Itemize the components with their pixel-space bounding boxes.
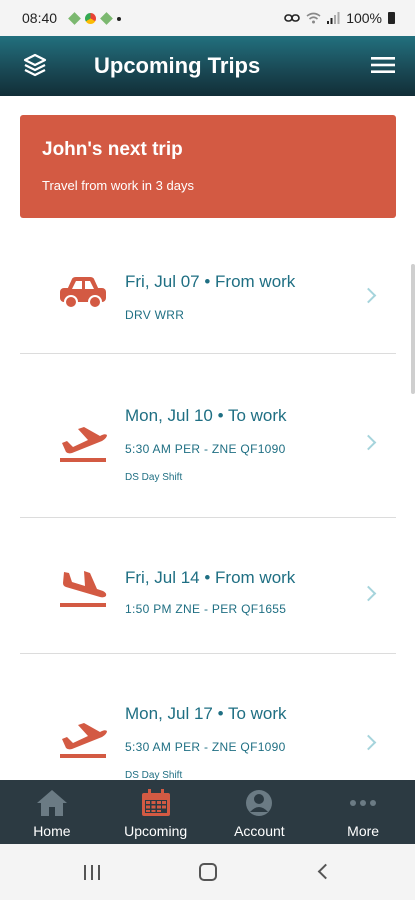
trip-date: Fri, Jul 14 • From work xyxy=(125,568,296,587)
next-trip-title: John's next trip xyxy=(42,139,183,160)
system-nav-bar xyxy=(0,844,415,900)
trip-detail: 5:30 AM PER - ZNE QF1090 xyxy=(125,442,286,456)
menu-icon[interactable] xyxy=(371,55,395,75)
nav-label: More xyxy=(347,823,380,839)
trip-date: Fri, Jul 07 • From work xyxy=(125,272,296,291)
wifi-icon xyxy=(306,12,321,24)
trip-item[interactable]: Fri, Jul 07 • From work DRV WRR xyxy=(20,234,396,354)
chrome-notification-icon xyxy=(85,13,96,24)
chevron-right-icon xyxy=(360,287,377,304)
car-icon xyxy=(60,277,106,309)
trip-detail: DRV WRR xyxy=(125,308,185,322)
trip-list-container[interactable]: John's next trip Travel from work in 3 d… xyxy=(0,96,415,780)
nav-upcoming[interactable]: Upcoming xyxy=(104,780,208,844)
plane-takeoff-icon xyxy=(60,427,107,462)
back-button[interactable] xyxy=(317,863,334,880)
battery-icon xyxy=(388,12,395,24)
app-header: Upcoming Trips xyxy=(0,36,415,96)
trip-date: Mon, Jul 10 • To work xyxy=(125,406,287,425)
battery-percent: 100% xyxy=(346,10,382,26)
more-notifications-icon xyxy=(117,16,121,21)
nav-label: Upcoming xyxy=(124,823,188,839)
next-trip-card[interactable]: John's next trip Travel from work in 3 d… xyxy=(20,115,396,218)
nav-label: Account xyxy=(234,823,285,839)
scrollbar[interactable] xyxy=(411,264,415,394)
app-notification-icon xyxy=(100,12,113,25)
next-trip-subtitle: Travel from work in 3 days xyxy=(42,178,194,193)
notification-icons xyxy=(68,12,121,25)
home-button[interactable] xyxy=(199,863,217,881)
trip-date: Mon, Jul 17 • To work xyxy=(125,704,287,723)
bottom-nav: Home Upcoming Account More xyxy=(0,780,415,844)
nav-label: Home xyxy=(33,823,71,839)
home-icon xyxy=(36,790,67,816)
signal-icon xyxy=(327,12,340,24)
link-icon xyxy=(284,14,300,22)
trip-shift: DS Day Shift xyxy=(125,472,183,483)
plane-landing-icon xyxy=(60,571,107,607)
layers-icon[interactable] xyxy=(22,52,48,78)
chevron-right-icon xyxy=(360,585,377,602)
trip-item[interactable]: Mon, Jul 17 • To work 5:30 AM PER - ZNE … xyxy=(20,654,396,780)
trip-item[interactable]: Mon, Jul 10 • To work 5:30 AM PER - ZNE … xyxy=(20,354,396,518)
nav-account[interactable]: Account xyxy=(208,780,312,844)
trip-item[interactable]: Fri, Jul 14 • From work 1:50 PM ZNE - PE… xyxy=(20,518,396,654)
nav-more[interactable]: More xyxy=(311,780,415,844)
app-notification-icon xyxy=(68,12,81,25)
account-icon xyxy=(246,790,273,816)
trip-detail: 1:50 PM ZNE - PER QF1655 xyxy=(125,602,287,616)
trip-shift: DS Day Shift xyxy=(125,770,183,780)
calendar-icon xyxy=(141,789,170,816)
recent-apps-button[interactable] xyxy=(84,865,100,880)
plane-takeoff-icon xyxy=(60,723,107,758)
trip-detail: 5:30 AM PER - ZNE QF1090 xyxy=(125,740,286,754)
chevron-right-icon xyxy=(360,434,377,451)
status-bar: 08:40 100% xyxy=(0,0,415,36)
status-time: 08:40 xyxy=(22,10,58,26)
chevron-right-icon xyxy=(360,734,377,751)
page-title: Upcoming Trips xyxy=(94,53,261,78)
nav-home[interactable]: Home xyxy=(0,780,104,844)
more-icon xyxy=(350,800,377,806)
status-right: 100% xyxy=(284,10,395,26)
